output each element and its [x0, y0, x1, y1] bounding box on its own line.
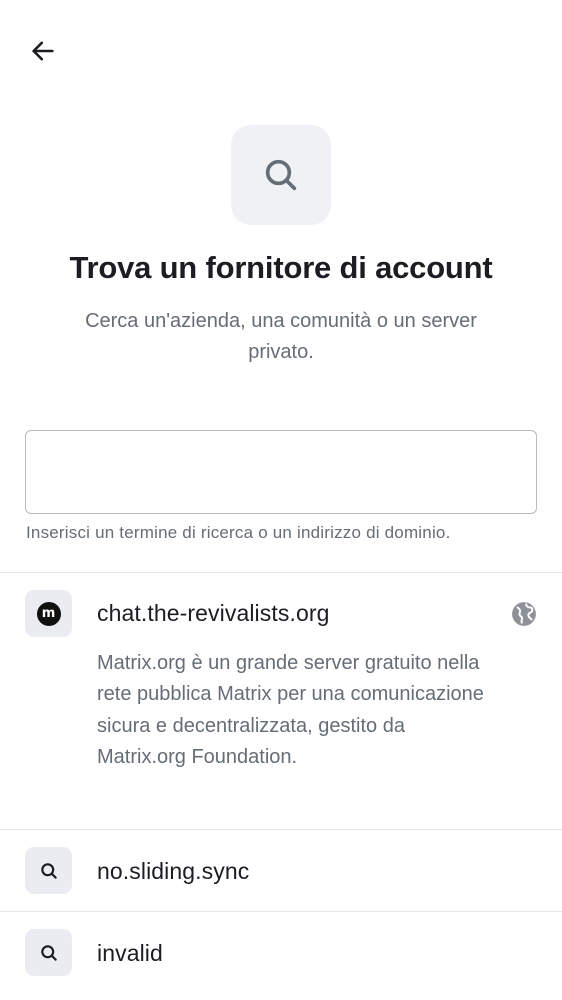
search-input[interactable]: [25, 430, 537, 514]
matrix-logo-icon: m: [36, 601, 61, 626]
result-title: invalid: [97, 940, 163, 966]
search-icon: [265, 159, 297, 191]
result-icon-container: m: [25, 590, 72, 637]
result-description: Matrix.org è un grande server gratuito n…: [97, 652, 484, 768]
result-item-invalid[interactable]: invalid: [0, 912, 562, 1000]
page-subtitle: Cerca un'azienda, una comunità o un serv…: [85, 310, 477, 363]
account-provider-screen: Trova un fornitore di account Cerca un'a…: [0, 0, 562, 1000]
hero-search-icon-container: [231, 125, 331, 225]
search-icon: [40, 944, 57, 961]
result-icon-container: [25, 847, 72, 894]
result-title: no.sliding.sync: [97, 858, 250, 884]
arrow-left-icon: [32, 41, 54, 61]
result-icon-container: [25, 929, 72, 976]
globe-icon: [512, 602, 536, 626]
page-title: Trova un fornitore di account: [69, 250, 493, 285]
result-item-chat-the-revivalists[interactable]: m chat.the-revivalists.org Matrix.org è …: [0, 573, 562, 829]
back-button[interactable]: [22, 30, 64, 72]
search-helper-text: Inserisci un termine di ricerca o un ind…: [26, 523, 451, 542]
result-title: chat.the-revivalists.org: [97, 600, 330, 626]
result-item-no-sliding-sync[interactable]: no.sliding.sync: [0, 830, 562, 911]
search-icon: [40, 862, 57, 879]
